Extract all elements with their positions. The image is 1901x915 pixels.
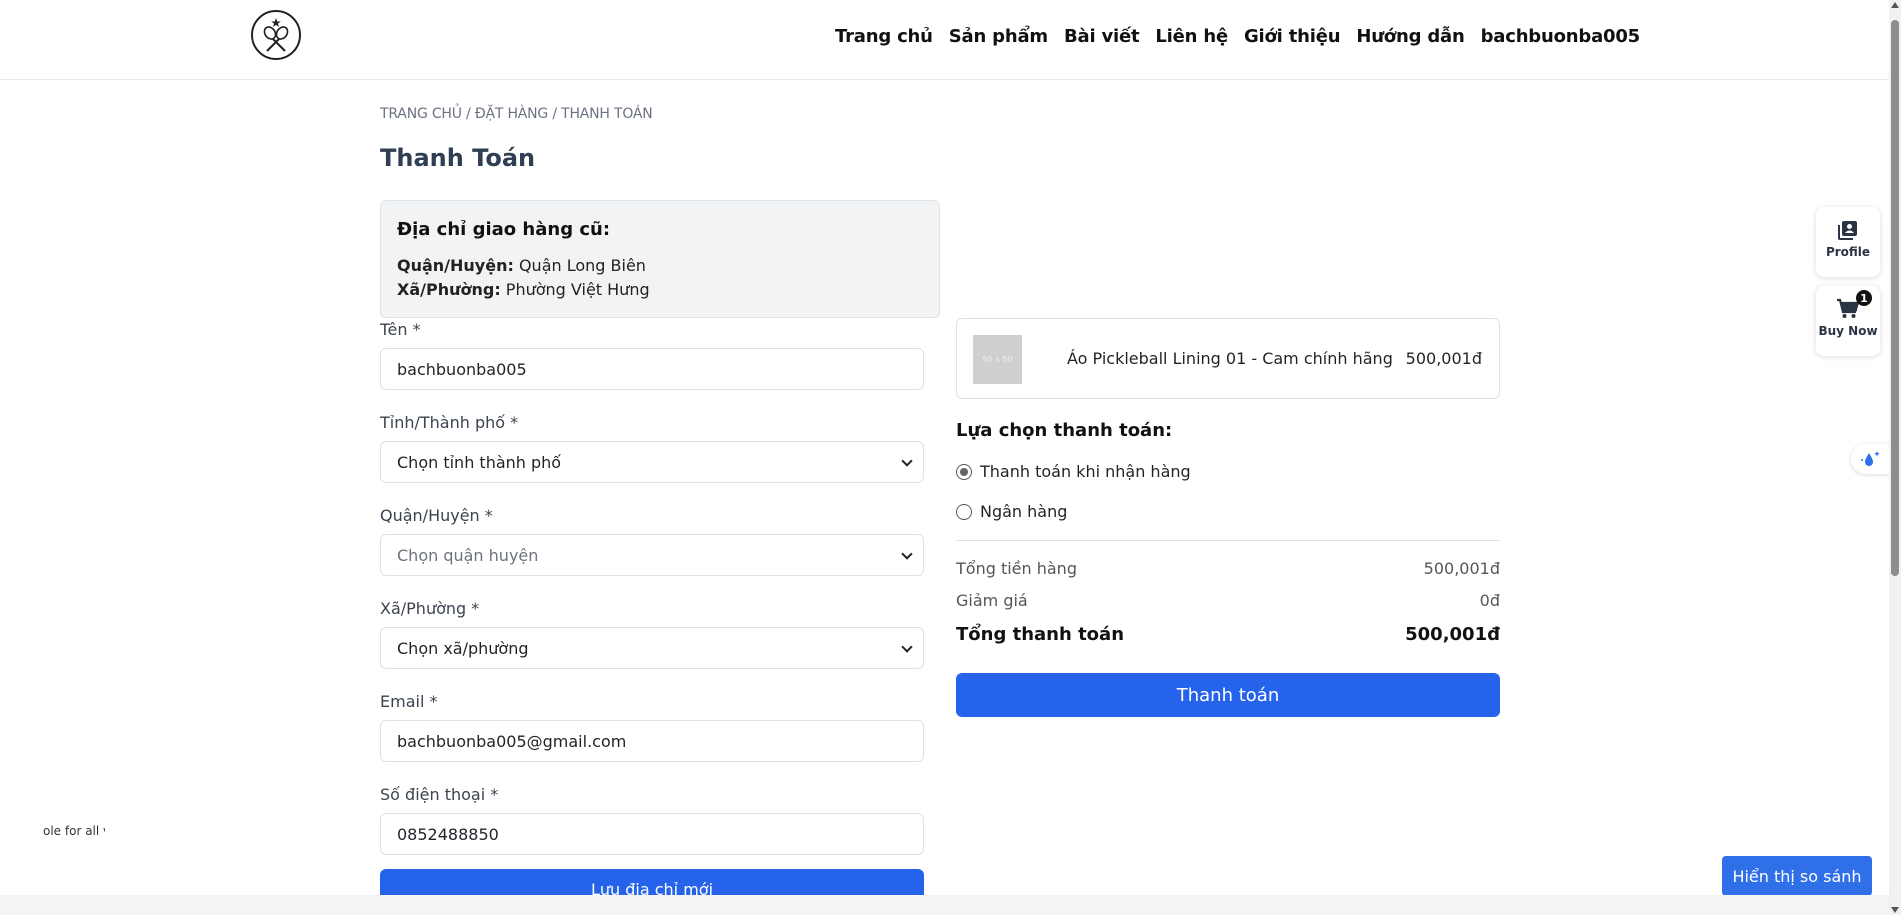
chevron-down-icon [901, 455, 913, 467]
ward-select-value: Chọn xã/phường [397, 638, 529, 658]
scroll-down-arrow-icon[interactable] [1891, 907, 1899, 913]
page-title: Thanh Toán [380, 144, 536, 172]
district-select-value: Chọn quận huyện [397, 545, 539, 565]
product-thumbnail-text: 50 x 50 [982, 355, 1013, 364]
old-address-district-value: Quận Long Biên [513, 256, 646, 275]
old-address-title: Địa chỉ giao hàng cũ: [397, 219, 611, 240]
nav-contact[interactable]: Liên hệ [1155, 26, 1228, 47]
scrollbar-thumb[interactable] [1891, 20, 1899, 576]
buy-now-widget[interactable]: 1 Buy Now [1816, 286, 1880, 356]
discount-value: 0đ [1479, 591, 1500, 610]
address-form: Tên * bachbuonba005 Tỉnh/Thành phố * Chọ… [380, 320, 924, 909]
nav-articles[interactable]: Bài viết [1064, 26, 1140, 47]
old-address-ward-value: Phường Việt Hưng [500, 280, 650, 299]
city-select-value: Chọn tỉnh thành phố [397, 452, 562, 472]
scroll-up-arrow-icon[interactable] [1891, 2, 1899, 8]
phone-input[interactable]: 0852488850 [380, 813, 924, 855]
payment-option-bank[interactable]: Ngân hàng [956, 502, 1067, 521]
payment-option-cod[interactable]: Thanh toán khi nhận hàng [956, 462, 1191, 481]
ward-label: Xã/Phường * [380, 599, 480, 618]
buy-now-label: Buy Now [1818, 324, 1878, 338]
product-name[interactable]: Áo Pickleball Lining 01 - Cam chính hãng [1067, 349, 1393, 368]
nav-products[interactable]: Sản phẩm [949, 26, 1048, 47]
old-address-ward-label: Xã/Phường: [397, 280, 501, 299]
product-thumbnail: 50 x 50 [973, 335, 1022, 384]
old-address-ward: Xã/Phường: Phường Việt Hưng [397, 278, 923, 302]
email-input-value: bachbuonba005@gmail.com [397, 731, 627, 751]
payment-option-cod-label: Thanh toán khi nhận hàng [980, 462, 1191, 481]
profile-label: Profile [1825, 245, 1871, 259]
email-label: Email * [380, 692, 438, 711]
chevron-down-icon [901, 548, 913, 560]
name-input-value: bachbuonba005 [397, 359, 527, 379]
old-address-box: Địa chỉ giao hàng cũ: Quận/Huyện: Quận L… [380, 200, 940, 318]
water-drop-sparkle-icon [1861, 451, 1880, 466]
site-header: Trang chủ Sản phẩm Bài viết Liên hệ Giới… [0, 0, 1889, 80]
divider [956, 540, 1500, 541]
nav-about[interactable]: Giới thiệu [1244, 26, 1341, 47]
phone-label: Số điện thoại * [380, 785, 499, 804]
site-logo[interactable] [251, 10, 301, 60]
order-item-card: 50 x 50 Áo Pickleball Lining 01 - Cam ch… [956, 318, 1500, 399]
email-input[interactable]: bachbuonba005@gmail.com [380, 720, 924, 762]
chevron-down-icon [901, 641, 913, 653]
total-row: Tổng thanh toán 500,001đ [956, 624, 1500, 645]
ward-select[interactable]: Chọn xã/phường [380, 627, 924, 669]
radio-unchecked-icon[interactable] [956, 503, 972, 520]
total-label: Tổng thanh toán [956, 624, 1125, 645]
show-comparison-button[interactable]: Hiển thị so sánh [1722, 856, 1872, 896]
district-select[interactable]: Chọn quận huyện [380, 534, 924, 576]
total-value: 500,001đ [1405, 624, 1500, 645]
city-label: Tỉnh/Thành phố * [380, 413, 519, 432]
product-price: 500,001đ [1405, 349, 1482, 368]
discount-label: Giảm giá [956, 591, 1028, 610]
subtotal-row: Tổng tiền hàng 500,001đ [956, 559, 1500, 578]
nav-guide[interactable]: Hướng dẫn [1356, 26, 1464, 47]
clipped-text: ole for all v [43, 824, 105, 838]
profile-icon [1838, 221, 1857, 240]
breadcrumb[interactable]: TRANG CHỦ / ĐẶT HÀNG / THANH TOÁN [380, 106, 653, 122]
main-nav: Trang chủ Sản phẩm Bài viết Liên hệ Giới… [835, 26, 1640, 47]
cart-count-badge: 1 [1856, 290, 1872, 306]
old-address-district-label: Quận/Huyện: [397, 256, 514, 275]
nav-user-account[interactable]: bachbuonba005 [1481, 26, 1641, 47]
scrollbar[interactable] [1889, 0, 1901, 915]
phone-input-value: 0852488850 [397, 824, 499, 844]
old-address-district: Quận/Huyện: Quận Long Biên [397, 254, 923, 278]
profile-widget[interactable]: Profile [1816, 207, 1880, 277]
name-label: Tên * [380, 320, 421, 339]
name-input[interactable]: bachbuonba005 [380, 348, 924, 390]
discount-row: Giảm giá 0đ [956, 591, 1500, 610]
payment-option-bank-label: Ngân hàng [980, 502, 1068, 521]
subtotal-value: 500,001đ [1423, 559, 1500, 578]
district-label: Quận/Huyện * [380, 506, 493, 525]
footer-strip [0, 895, 1889, 915]
nav-home[interactable]: Trang chủ [835, 26, 933, 47]
radio-checked-icon[interactable] [956, 463, 972, 480]
city-select[interactable]: Chọn tỉnh thành phố [380, 441, 924, 483]
payment-options-title: Lựa chọn thanh toán: [956, 420, 1173, 441]
checkout-button[interactable]: Thanh toán [956, 673, 1500, 717]
subtotal-label: Tổng tiền hàng [956, 559, 1077, 578]
tennis-rackets-icon [263, 18, 289, 52]
water-drop-widget[interactable] [1851, 444, 1891, 474]
